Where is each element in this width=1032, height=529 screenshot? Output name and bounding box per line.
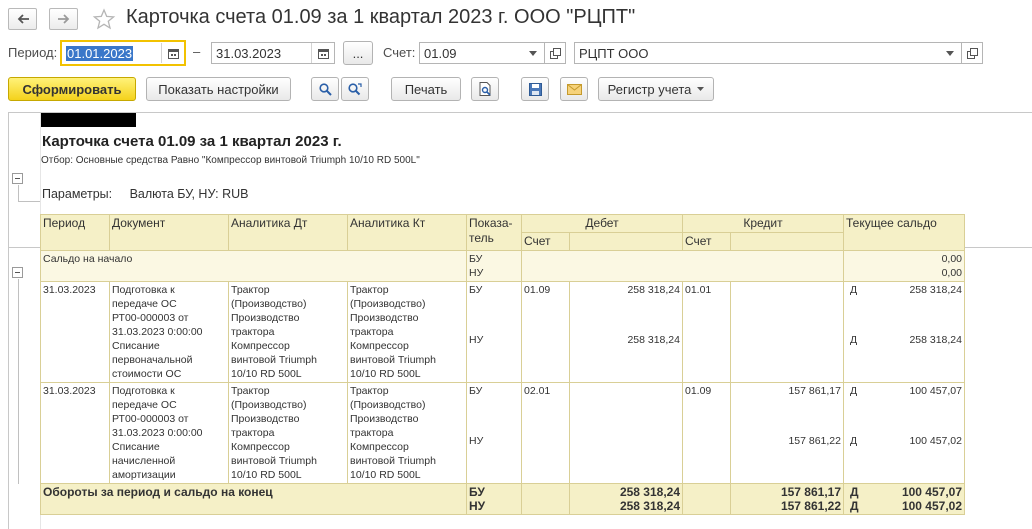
calendar-icon[interactable] <box>162 43 184 63</box>
parameters-value: Валюта БУ, НУ: RUB <box>129 187 249 201</box>
report-area: Карточка счета 01.09 за 1 квартал 2023 г… <box>8 112 1032 529</box>
show-settings-button[interactable]: Показать настройки <box>146 77 291 101</box>
header-debit: Дебет <box>521 214 683 233</box>
print-preview-icon <box>479 82 491 96</box>
period-dash: – <box>193 44 201 59</box>
generate-button[interactable]: Сформировать <box>8 77 136 101</box>
calendar-icon[interactable] <box>312 43 334 63</box>
date-to-field[interactable]: 31.03.2023 <box>211 42 335 64</box>
header-document: Документ <box>109 214 229 251</box>
search-icon <box>318 82 332 96</box>
header-period: Период <box>40 214 110 251</box>
table-row[interactable]: 31.03.2023 Подготовка к передаче ОС РТ00-0… <box>40 382 965 484</box>
document-cell[interactable]: Подготовка к передаче ОС РТ00-000003 от 31.… <box>109 382 229 484</box>
account-select[interactable]: 01.09 <box>419 42 545 64</box>
report-table: Период Документ Аналитика Дт Аналитика К… <box>40 214 965 515</box>
header-credit-account: Счет <box>682 232 731 251</box>
header-debit-account: Счет <box>521 232 570 251</box>
organization-value: РЦПТ ООО <box>579 45 649 61</box>
tree-collapse-icon[interactable] <box>12 173 23 184</box>
dropdown-arrow-icon[interactable] <box>522 43 544 63</box>
opening-balance-label: Сальдо на начало <box>40 250 467 282</box>
date-to-value: 31.03.2023 <box>216 45 282 61</box>
date-from-field[interactable]: 01.01.2023 <box>60 40 186 66</box>
date-from-value: 01.01.2023 <box>66 45 134 61</box>
register-button[interactable]: Регистр учета <box>598 77 714 101</box>
send-email-button[interactable] <box>560 77 588 101</box>
opening-balance-row: Сальдо на начало БУ НУ 0,00 0,00 <box>40 250 965 282</box>
period-select-button[interactable]: ... <box>343 41 373 65</box>
search-advanced-button[interactable] <box>341 77 369 101</box>
dropdown-arrow-icon <box>697 87 705 91</box>
parameters-label: Параметры: <box>42 187 113 201</box>
account-open-button[interactable] <box>545 42 566 64</box>
email-envelope-icon <box>566 83 582 95</box>
header-analytics-kt: Аналитика Кт <box>347 214 467 251</box>
document-cell[interactable]: Подготовка к передаче ОС РТ00-000003 от 31.… <box>109 281 229 383</box>
forward-arrow-icon <box>57 14 69 24</box>
favorite-star-icon[interactable] <box>92 8 116 33</box>
report-parameters: Параметры: Валюта БУ, НУ: RUB <box>42 187 248 201</box>
redacted-block <box>41 113 136 127</box>
back-arrow-icon <box>17 14 29 24</box>
account-label: Счет: <box>383 45 416 60</box>
header-analytics-dt: Аналитика Дт <box>228 214 348 251</box>
save-disk-icon <box>528 82 542 96</box>
register-label: Регистр учета <box>607 81 692 97</box>
table-row[interactable]: 31.03.2023 Подготовка к передаче ОС РТ00-0… <box>40 281 965 383</box>
print-preview-button[interactable] <box>471 77 499 101</box>
window-title: Карточка счета 01.09 за 1 квартал 2023 г… <box>126 6 636 28</box>
search-advanced-icon <box>348 82 362 95</box>
totals-label: Обороты за период и сальдо на конец <box>40 483 467 515</box>
account-value: 01.09 <box>424 45 457 61</box>
open-link-icon <box>549 47 561 59</box>
header-indicator: Показа- тель <box>466 214 522 251</box>
search-button[interactable] <box>311 77 339 101</box>
print-button[interactable]: Печать <box>391 77 461 101</box>
tree-collapse-icon[interactable] <box>12 267 23 278</box>
forward-button[interactable] <box>49 8 78 30</box>
dropdown-arrow-icon[interactable] <box>939 43 961 63</box>
totals-row: Обороты за период и сальдо на конец БУ НУ… <box>40 483 965 515</box>
header-balance: Текущее сальдо <box>843 214 965 251</box>
report-title: Карточка счета 01.09 за 1 квартал 2023 г… <box>42 133 342 150</box>
period-label: Период: <box>8 45 58 60</box>
back-button[interactable] <box>8 8 37 30</box>
open-link-icon <box>966 47 978 59</box>
organization-select[interactable]: РЦПТ ООО <box>574 42 962 64</box>
organization-open-button[interactable] <box>962 42 983 64</box>
report-filter: Отбор: Основные средства Равно "Компресс… <box>41 155 420 166</box>
save-button[interactable] <box>521 77 549 101</box>
header-credit: Кредит <box>682 214 844 233</box>
